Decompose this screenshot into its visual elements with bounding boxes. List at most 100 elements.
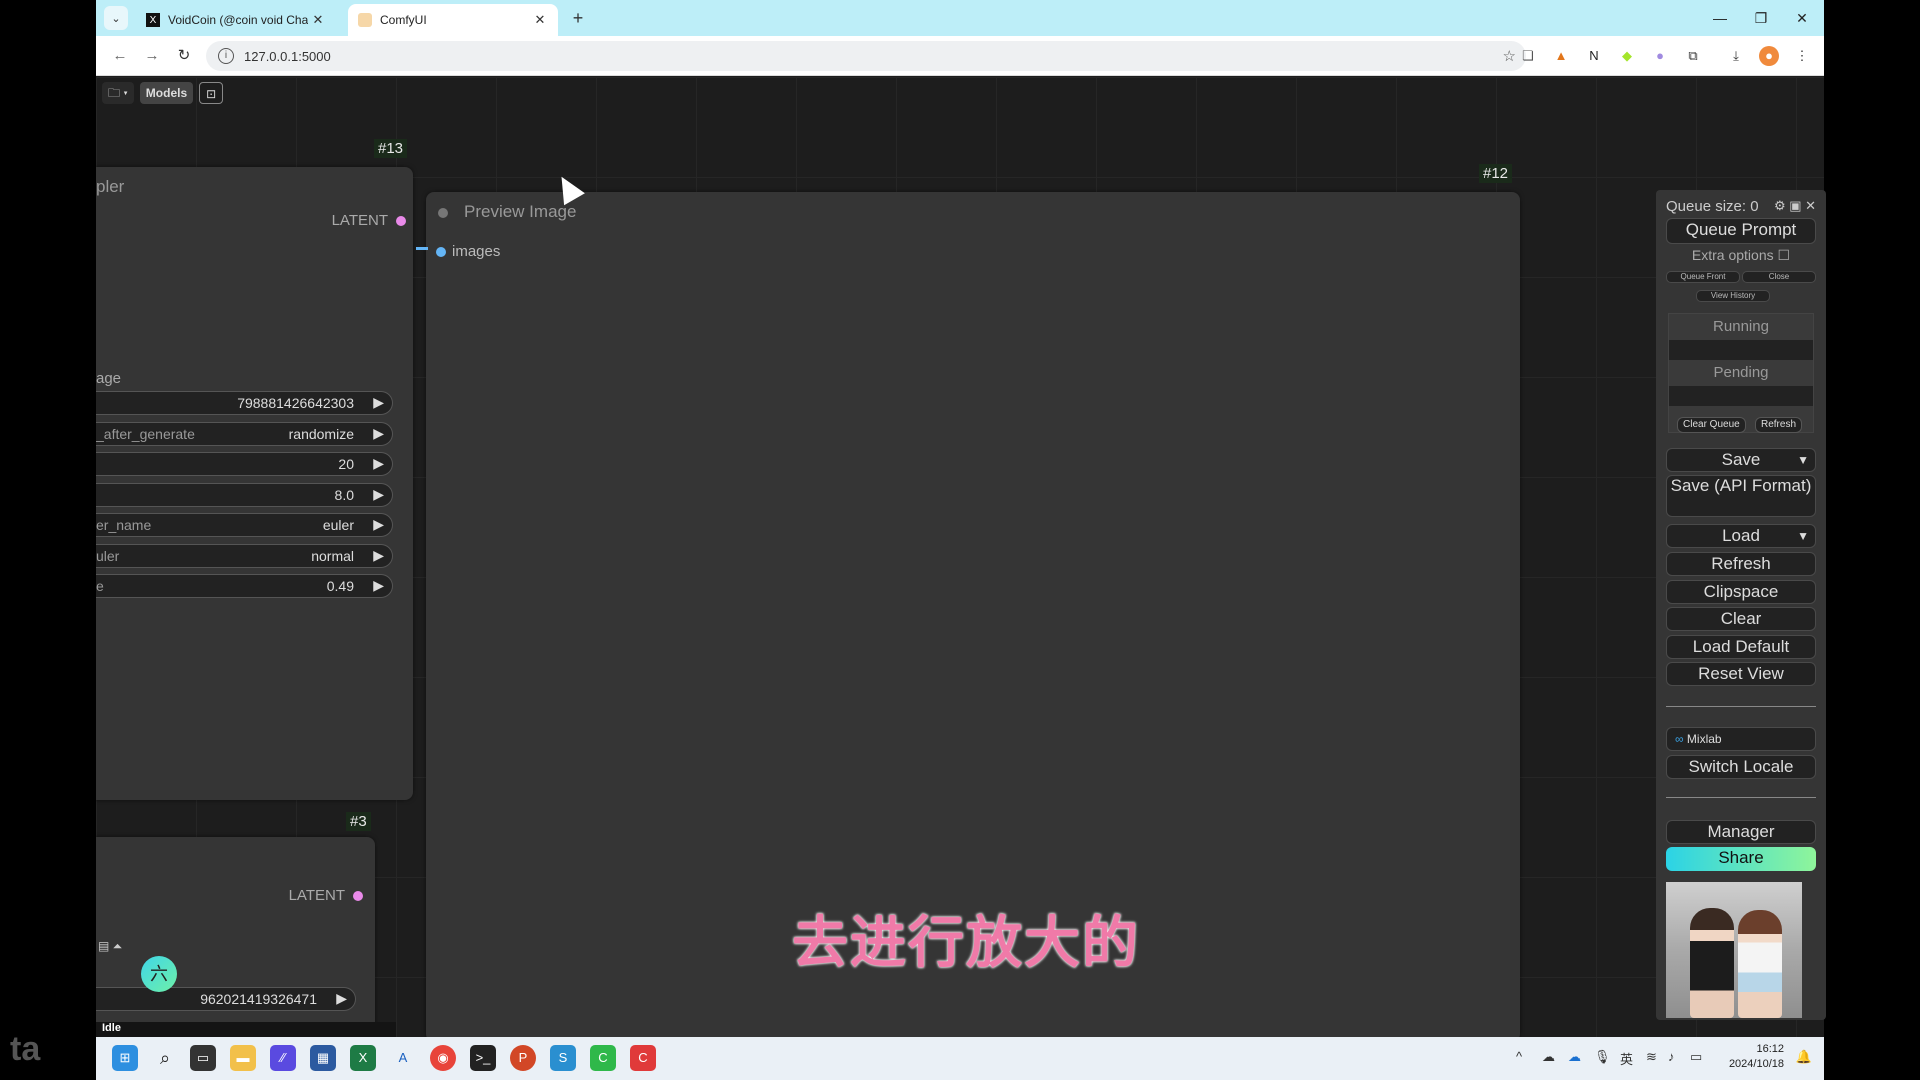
excel-icon[interactable]: X (350, 1045, 376, 1071)
refresh-button[interactable]: Refresh (1666, 552, 1816, 576)
save-dropdown-icon[interactable]: ▼ (1797, 449, 1809, 471)
view-history-button[interactable]: View History (1696, 290, 1770, 302)
manager-button[interactable]: Manager (1666, 820, 1816, 844)
search-icon[interactable]: ⌕ (152, 1045, 178, 1071)
app-s-icon[interactable]: S (550, 1045, 576, 1071)
ghost-extension-icon[interactable]: ● (1650, 46, 1670, 66)
input-images-slot[interactable] (436, 247, 446, 257)
window-close-button[interactable]: ✕ (1782, 6, 1822, 30)
seed-widget[interactable]: 962021419326471 ▶ (96, 987, 356, 1011)
tab-close-button[interactable]: ✕ (308, 12, 328, 28)
increment-arrow-icon[interactable]: ▶ (373, 486, 384, 503)
graph-canvas[interactable]: 🗀 ▾ Models ⊡ #13 pler LATENT age 7988814… (96, 77, 1824, 1037)
cfg-widget[interactable]: 8.0 ▶ (96, 483, 393, 507)
battery-icon[interactable]: ▭ (1690, 1049, 1702, 1065)
increment-arrow-icon[interactable]: ▶ (373, 455, 384, 472)
ai-assistant-button[interactable]: 六 (141, 956, 177, 992)
more-menu-icon[interactable]: ⋮ (1792, 46, 1812, 66)
control-after-generate-widget[interactable]: _after_generate randomize ▶ (96, 422, 393, 446)
leaf-extension-icon[interactable]: ◆ (1617, 46, 1637, 66)
clipspace-button[interactable]: Clipspace (1666, 580, 1816, 604)
scheduler-widget[interactable]: uler normal ▶ (96, 544, 393, 568)
file-explorer-icon[interactable]: ▬ (230, 1045, 256, 1071)
load-dropdown-icon[interactable]: ▼ (1797, 525, 1809, 547)
cloud-icon[interactable]: ☁ (1568, 1049, 1581, 1065)
refresh-queue-button[interactable]: Refresh (1755, 417, 1803, 433)
site-info-icon[interactable]: i (218, 48, 234, 64)
microsoft-store-icon[interactable]: ▦ (310, 1045, 336, 1071)
reset-view-button[interactable]: Reset View (1666, 662, 1816, 686)
start-icon[interactable]: ⊞ (112, 1045, 138, 1071)
wifi-icon[interactable]: ≋ (1646, 1049, 1657, 1065)
increment-arrow-icon[interactable]: ▶ (373, 516, 384, 533)
powerpoint-icon[interactable]: P (510, 1045, 536, 1071)
workflow-folder-button[interactable]: 🗀 ▾ (102, 82, 134, 104)
tab-copy-icon[interactable]: ❏ (1518, 46, 1538, 66)
close-options-button[interactable]: Close (1742, 271, 1816, 283)
tab-search-button[interactable]: ⌄ (104, 6, 128, 30)
tab-voidcoin[interactable]: X VoidCoin (@coin void Chain ✕ (136, 4, 336, 36)
minimize-button[interactable]: — (1700, 6, 1740, 30)
seed-widget[interactable]: 798881426642303 ▶ (96, 391, 393, 415)
output-latent-slot[interactable] (353, 891, 363, 901)
increment-arrow-icon[interactable]: ▶ (373, 425, 384, 442)
increment-arrow-icon[interactable]: ▶ (373, 394, 384, 411)
reload-icon[interactable]: ↻ (172, 44, 196, 68)
node-collapse-dot[interactable] (438, 208, 448, 218)
clear-queue-button[interactable]: Clear Queue (1677, 417, 1746, 433)
tab-comfyui[interactable]: ComfyUI ✕ (348, 4, 558, 36)
camtasia-red-icon[interactable]: C (630, 1045, 656, 1071)
forward-icon[interactable]: → (140, 44, 164, 68)
extra-options-toggle[interactable]: Extra options ☐ (1656, 247, 1826, 264)
camtasia-green-icon[interactable]: C (590, 1045, 616, 1071)
chrome-icon[interactable]: ◉ (430, 1045, 456, 1071)
queue-front-button[interactable]: Queue Front (1666, 271, 1740, 283)
clear-button[interactable]: Clear (1666, 607, 1816, 631)
app-icon[interactable]: ⁄⁄ (270, 1045, 296, 1071)
generated-image-thumbnail[interactable] (1666, 882, 1802, 1018)
terminal-icon[interactable]: >_ (470, 1045, 496, 1071)
increment-arrow-icon[interactable]: ▶ (373, 577, 384, 594)
widget-value: 20 (338, 456, 354, 472)
steps-widget[interactable]: 20 ▶ (96, 452, 393, 476)
onedrive-icon[interactable]: ☁ (1542, 1049, 1555, 1065)
node-toolbar-icons[interactable]: ▤ ⏶ (98, 939, 122, 954)
output-latent-slot[interactable] (396, 216, 406, 226)
url-field[interactable]: i 127.0.0.1:5000 ☆ (206, 41, 1526, 71)
ksampler-node-3[interactable]: LATENT ▤ ⏶ 962021419326471 ▶ (96, 837, 375, 1037)
load-default-button[interactable]: Load Default (1666, 635, 1816, 659)
volume-icon[interactable]: ♪ (1668, 1049, 1675, 1064)
bookmark-star-icon[interactable]: ☆ (1503, 47, 1516, 65)
ksampler-node-13[interactable]: pler LATENT age 798881426642303 ▶ _after… (96, 167, 413, 800)
download-icon[interactable]: ⤓ (1726, 46, 1746, 66)
task-view-icon[interactable]: ▭ (190, 1045, 216, 1071)
notification-bell-icon[interactable]: 🔔 (1796, 1049, 1812, 1065)
tray-overflow-icon[interactable]: ^ (1516, 1049, 1522, 1064)
mixlab-button[interactable]: ∞ Mixlab (1666, 727, 1816, 751)
queue-prompt-button[interactable]: Queue Prompt (1666, 218, 1816, 244)
app-a-icon[interactable]: A (390, 1045, 416, 1071)
denoise-widget[interactable]: e 0.49 ▶ (96, 574, 393, 598)
notion-icon[interactable]: N (1584, 46, 1604, 66)
system-clock[interactable]: 16:12 2024/10/18 (1729, 1042, 1784, 1072)
ime-indicator[interactable]: 英 (1620, 1049, 1633, 1068)
sampler-name-widget[interactable]: er_name euler ▶ (96, 513, 393, 537)
save-api-button[interactable]: Save (API Format) (1666, 475, 1816, 517)
profile-avatar[interactable]: ● (1759, 46, 1779, 66)
tab-close-button[interactable]: ✕ (530, 12, 550, 28)
metamask-icon[interactable]: ▲ (1551, 46, 1571, 66)
switch-locale-button[interactable]: Switch Locale (1666, 755, 1816, 779)
extensions-puzzle-icon[interactable]: ⧉ (1683, 46, 1703, 66)
increment-arrow-icon[interactable]: ▶ (336, 990, 347, 1007)
increment-arrow-icon[interactable]: ▶ (373, 547, 384, 564)
models-button[interactable]: Models (139, 82, 194, 104)
new-tab-button[interactable]: + (566, 6, 590, 30)
restore-button[interactable]: ❐ (1741, 6, 1781, 30)
microphone-icon[interactable]: 🎙 (1594, 1049, 1611, 1065)
back-icon[interactable]: ← (108, 44, 132, 68)
load-button[interactable]: Load ▼ (1666, 524, 1816, 548)
save-workflow-button[interactable]: ⊡ (199, 82, 224, 104)
menu-header-icons[interactable]: ⚙ ▣ ✕ (1774, 198, 1816, 214)
save-button[interactable]: Save ▼ (1666, 448, 1816, 472)
share-button[interactable]: Share (1666, 847, 1816, 871)
